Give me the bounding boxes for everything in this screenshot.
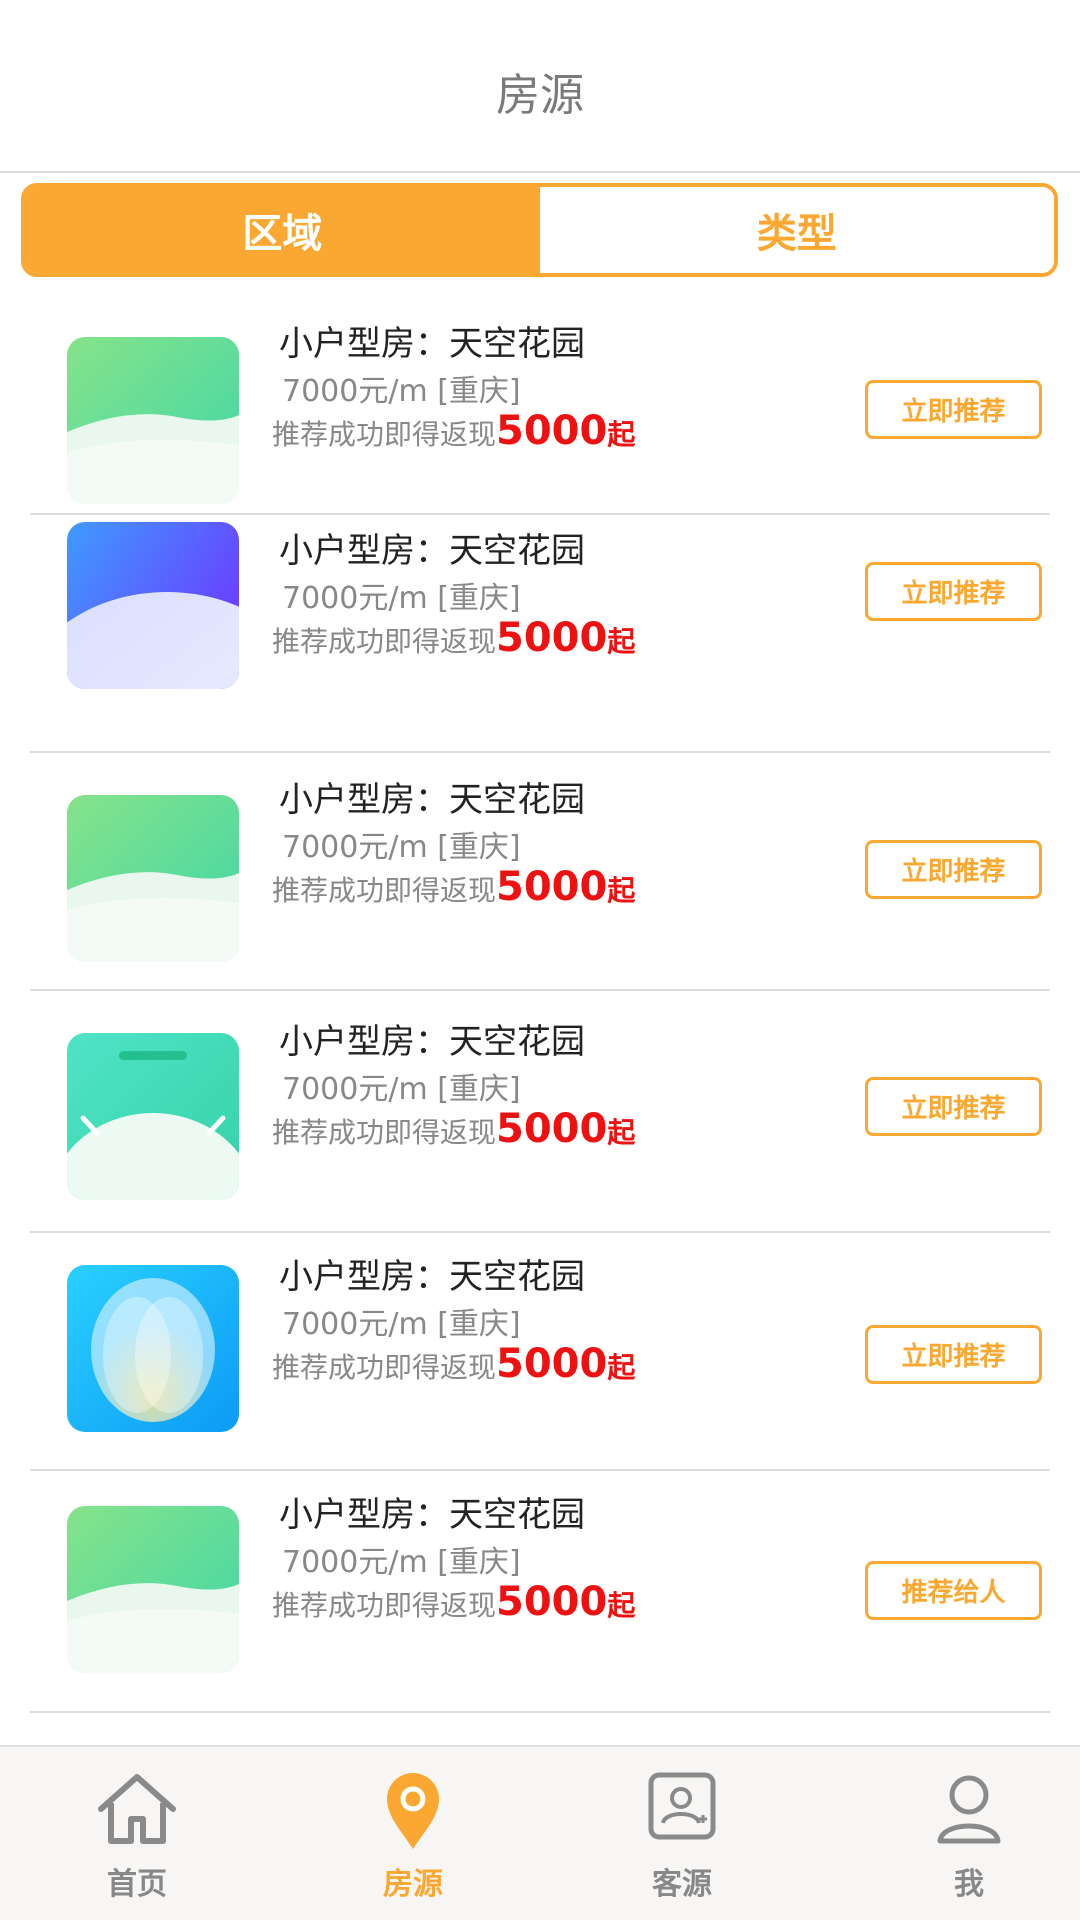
- rebate-amount: 5000: [496, 408, 608, 454]
- rebate-line: 推荐成功即得返现5000起: [272, 863, 635, 915]
- nav-listings[interactable]: 房源: [303, 1747, 523, 1920]
- header-bar: 房源: [0, 0, 1080, 173]
- rebate-text: 推荐成功即得返现: [272, 418, 497, 451]
- rebate-amount: 5000: [496, 1579, 608, 1625]
- rebate-line: 推荐成功即得返现5000起: [272, 1105, 635, 1157]
- green-wave-icon: [67, 795, 239, 962]
- location-pin-icon: [383, 1771, 443, 1855]
- rebate-amount: 5000: [496, 1106, 608, 1152]
- nav-me-label: 我: [954, 1867, 984, 1902]
- list-item[interactable]: 小户型房：天空花园 7000元/m [重庆] 推荐成功即得返现5000起 立即推…: [30, 517, 1050, 753]
- listing-price: 7000元/m [重庆]: [282, 1072, 521, 1107]
- list-item[interactable]: 小户型房：天空花园 7000元/m [重庆] 推荐成功即得返现5000起 立即推…: [30, 993, 1050, 1233]
- rebate-amount: 5000: [496, 615, 608, 661]
- rebate-suffix: 起: [607, 1351, 636, 1384]
- listing-price: 7000元/m [重庆]: [282, 581, 521, 616]
- teal-dome-icon: [67, 1033, 239, 1200]
- listing-price: 7000元/m [重庆]: [282, 830, 521, 865]
- rebate-suffix: 起: [607, 874, 636, 907]
- user-icon: [934, 1771, 1004, 1851]
- listing-title: 小户型房：天空花园: [279, 1495, 585, 1535]
- list-item[interactable]: 小户型房：天空花园 7000元/m [重庆] 推荐成功即得返现5000起 立即推…: [30, 755, 1050, 991]
- recommend-button[interactable]: 立即推荐: [865, 840, 1042, 899]
- listing-title: 小户型房：天空花园: [279, 1257, 585, 1297]
- rebate-line: 推荐成功即得返现5000起: [272, 407, 635, 459]
- rebate-suffix: 起: [607, 1589, 636, 1622]
- listing-price: 7000元/m [重庆]: [282, 1307, 521, 1342]
- rebate-text: 推荐成功即得返现: [272, 874, 497, 907]
- listing-price: 7000元/m [重庆]: [282, 374, 521, 409]
- nav-me[interactable]: 我: [859, 1747, 1079, 1920]
- page-title: 房源: [496, 70, 584, 121]
- listing-title: 小户型房：天空花园: [279, 324, 585, 364]
- rebate-line: 推荐成功即得返现5000起: [272, 1340, 635, 1392]
- listing-title: 小户型房：天空花园: [279, 1022, 585, 1062]
- recommend-button[interactable]: 立即推荐: [865, 562, 1042, 621]
- listing-title: 小户型房：天空花园: [279, 780, 585, 820]
- recommend-button[interactable]: 立即推荐: [865, 1325, 1042, 1384]
- nav-clients[interactable]: 客源: [572, 1747, 792, 1920]
- nav-listings-label: 房源: [383, 1867, 443, 1902]
- rebate-text: 推荐成功即得返现: [272, 1116, 497, 1149]
- list-item[interactable]: 小户型房：天空花园 7000元/m [重庆] 推荐成功即得返现5000起 推荐给…: [30, 1473, 1050, 1713]
- listing-price: 7000元/m [重庆]: [282, 1545, 521, 1580]
- recommend-button[interactable]: 立即推荐: [865, 1077, 1042, 1136]
- segmented-tabs: 区域 类型: [21, 183, 1058, 277]
- tab-type[interactable]: 类型: [539, 187, 1054, 273]
- blue-purple-dome-icon: [67, 522, 239, 689]
- listing-title: 小户型房：天空花园: [279, 531, 585, 571]
- green-wave-icon: [67, 1506, 239, 1673]
- rebate-suffix: 起: [607, 1116, 636, 1149]
- nav-home[interactable]: 首页: [27, 1747, 247, 1920]
- recommend-button[interactable]: 立即推荐: [865, 380, 1042, 439]
- list-item[interactable]: 小户型房：天空花园 7000元/m [重庆] 推荐成功即得返现5000起 立即推…: [30, 277, 1050, 515]
- bottom-nav: 首页 房源 客源 我: [0, 1745, 1080, 1920]
- rebate-amount: 5000: [496, 864, 608, 910]
- rebate-text: 推荐成功即得返现: [272, 1589, 497, 1622]
- cyan-petal-icon: [67, 1265, 239, 1432]
- app-screen: 房源 区域 类型 小户型房：天空花园 7000元/m [重庆] 推荐成功即得返现…: [0, 0, 1080, 1920]
- nav-home-label: 首页: [107, 1867, 167, 1902]
- green-wave-icon: [67, 337, 239, 504]
- rebate-amount: 5000: [496, 1341, 608, 1387]
- add-contact-icon: [647, 1771, 717, 1845]
- tab-region[interactable]: 区域: [25, 187, 540, 273]
- rebate-suffix: 起: [607, 625, 636, 658]
- home-icon: [95, 1771, 179, 1851]
- rebate-suffix: 起: [607, 418, 636, 451]
- rebate-text: 推荐成功即得返现: [272, 1351, 497, 1384]
- rebate-line: 推荐成功即得返现5000起: [272, 614, 635, 666]
- list-item[interactable]: 小户型房：天空花园 7000元/m [重庆] 推荐成功即得返现5000起 立即推…: [30, 1235, 1050, 1471]
- recommend-to-friend-button[interactable]: 推荐给人: [865, 1561, 1042, 1620]
- nav-clients-label: 客源: [652, 1867, 712, 1902]
- rebate-line: 推荐成功即得返现5000起: [272, 1578, 635, 1630]
- rebate-text: 推荐成功即得返现: [272, 625, 497, 658]
